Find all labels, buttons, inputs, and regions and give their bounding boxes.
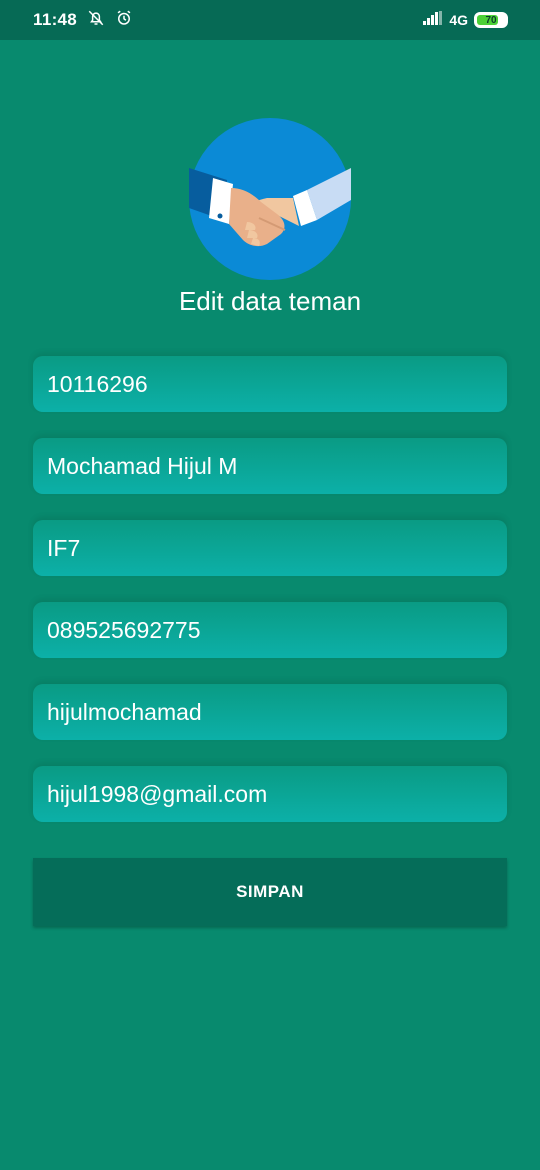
page-title: Edit data teman [178, 286, 362, 316]
network-type: 4G [449, 12, 468, 28]
phone-input[interactable] [47, 616, 507, 644]
username-input[interactable] [47, 698, 507, 726]
username-field[interactable] [33, 684, 507, 740]
name-field[interactable] [33, 438, 507, 494]
class-field[interactable] [33, 520, 507, 576]
battery-icon: 70 [474, 12, 508, 28]
name-input[interactable] [47, 452, 507, 480]
status-time: 11:48 [33, 10, 78, 29]
status-right: 4G 70 [423, 10, 508, 30]
signal-icon [423, 10, 443, 30]
email-input[interactable] [47, 780, 507, 808]
battery-level: 70 [485, 14, 497, 26]
status-bar: 11:48 4G 70 [0, 0, 540, 40]
notifications-off-icon [87, 9, 105, 32]
class-input[interactable] [47, 534, 507, 562]
alarm-icon [115, 9, 133, 32]
phone-field[interactable] [33, 602, 507, 658]
nim-field[interactable] [33, 356, 507, 412]
save-button[interactable]: SIMPAN [33, 858, 507, 926]
email-field[interactable] [33, 766, 507, 822]
handshake-icon [189, 118, 351, 280]
status-left: 11:48 [33, 9, 133, 32]
nim-input[interactable] [47, 370, 507, 398]
